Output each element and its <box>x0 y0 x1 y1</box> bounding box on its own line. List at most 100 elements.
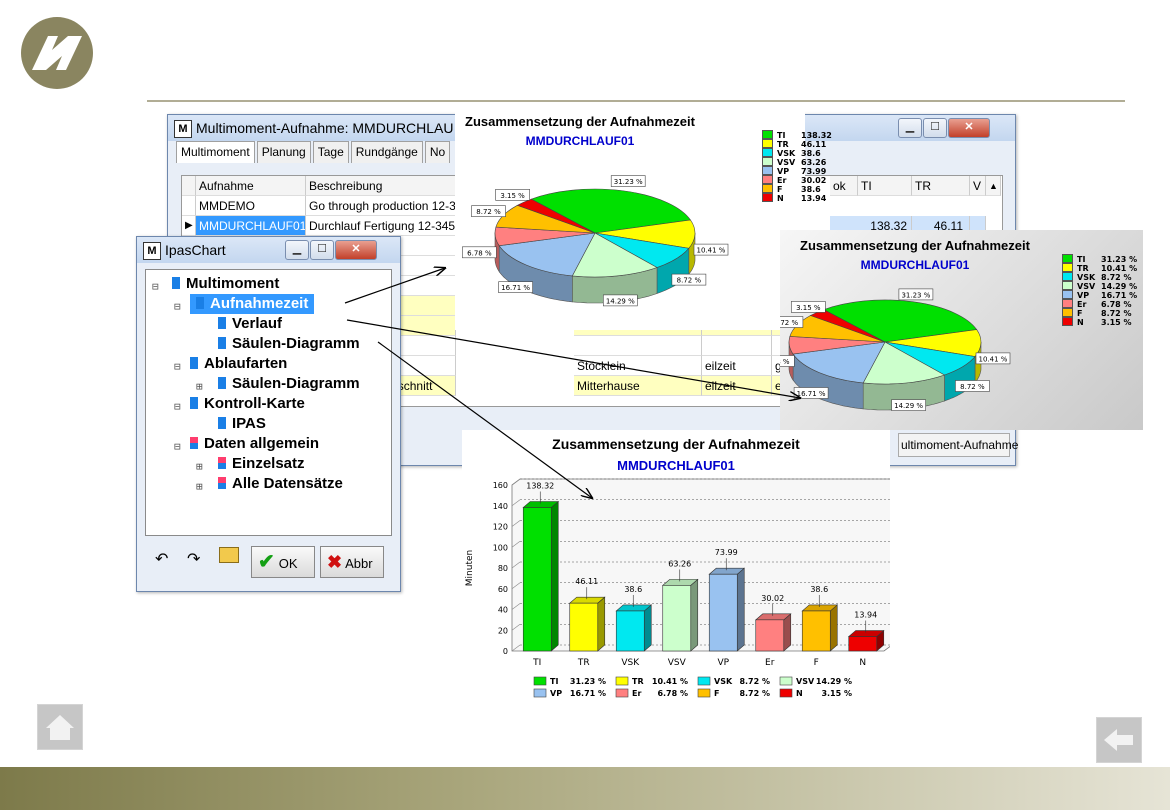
tree-toggle[interactable]: ⊟ <box>152 280 159 293</box>
legend-swatch <box>779 688 793 698</box>
tree-node-kontroll-karte[interactable]: Kontroll-Karte <box>190 394 305 414</box>
pie-slice-label: 6.78 % <box>780 355 795 367</box>
legend-entry: VSV 63.26 <box>762 157 832 167</box>
pie-slice-label: 14.29 % <box>891 399 926 411</box>
legend-entry: VSK 8.72 % <box>697 676 770 686</box>
legend-entry: VSK 8.72 % <box>1062 272 1137 282</box>
tree-toggle[interactable]: ⊟ <box>174 440 181 453</box>
tree-toggle[interactable]: ⊞ <box>196 460 203 473</box>
legend-swatch <box>762 148 773 157</box>
legend-entry: Er 6.78 % <box>1062 299 1137 309</box>
legend-entry: VP 73.99 <box>762 166 832 176</box>
x-tick-label: Er <box>765 658 775 668</box>
svg-text:31.23 %: 31.23 % <box>901 291 930 299</box>
back-arrow-icon <box>1104 729 1133 751</box>
tree-node-ablaufarten[interactable]: Ablaufarten <box>190 354 287 374</box>
bar-value-label: 73.99 <box>715 548 738 557</box>
column-header-tr[interactable]: TR <box>912 176 970 196</box>
pie-chart-1-plot: 31.23 % 10.41 % 8.72 % 14.29 % 16.71 % 6.78 %… <box>462 175 729 307</box>
ipaschart-title: IpasChart <box>165 242 226 258</box>
tree-toggle[interactable]: ⊟ <box>174 360 181 373</box>
bar-value-label: 38.6 <box>624 585 642 594</box>
column-header-ok[interactable]: ok <box>830 176 858 196</box>
tree-node-multimoment[interactable]: Multimoment <box>172 274 279 294</box>
pie-slice-label: 6.78 % <box>462 246 497 259</box>
table-row-beschreibung[interactable]: Go through production 12-3 <box>306 196 456 216</box>
undo-icon[interactable]: ↶ <box>155 549 168 569</box>
main-tabs: Multimoment Planung Tage Rundgänge No <box>176 141 452 163</box>
redo-icon[interactable]: ↷ <box>187 549 200 569</box>
table-cell[interactable]: Mitterhause <box>574 376 702 396</box>
legend-value: 10.41 % <box>652 677 688 686</box>
pie-slice-label: 8.72 % <box>955 380 990 392</box>
minimize-button[interactable]: ▁ <box>898 118 922 138</box>
bar-value-label: 63.26 <box>668 559 691 568</box>
tree-toggle[interactable]: ⊟ <box>174 400 181 413</box>
table-row-aufnahme[interactable]: MMDEMO <box>196 196 306 216</box>
ipaschart-titlebar[interactable]: M IpasChart ▁ ☐ ✕ <box>137 237 400 263</box>
app-icon: M <box>174 120 192 138</box>
footer-bar <box>0 767 1170 810</box>
legend-value: 13.94 <box>801 194 827 203</box>
table-cell[interactable] <box>574 336 702 356</box>
abbr-button[interactable]: ✖ Abbr <box>320 546 384 578</box>
table-cell[interactable]: eilzeit <box>702 376 772 396</box>
back-button[interactable] <box>1096 717 1142 763</box>
pie-chart-1: Zusammensetzung der Aufnahmezeit MMDURCH… <box>455 110 832 330</box>
tree-toggle[interactable]: ⊞ <box>196 380 203 393</box>
tab-multimoment[interactable]: Multimoment <box>176 141 255 163</box>
ok-button[interactable]: ✔ OK <box>251 546 315 578</box>
table-cell[interactable]: Stöcklein <box>574 356 702 376</box>
column-header-beschreibung[interactable]: Beschreibung <box>306 176 456 196</box>
home-button[interactable] <box>37 704 83 750</box>
tree-node-ipas[interactable]: IPAS <box>218 414 266 434</box>
pie-chart-1-legend: TI 138.32 TR 46.11 VSK 38.6 VSV 63.26 VP 73.99 Er 3… <box>762 130 832 203</box>
pie-slice-label: 16.71 % <box>793 387 829 399</box>
table-cell[interactable]: eilzeit <box>702 356 772 376</box>
legend-swatch <box>1062 254 1073 263</box>
scroll-up-icon[interactable]: ▲ <box>986 176 1001 196</box>
legend-value: 8.72 % <box>739 677 770 686</box>
svg-text:14.29 %: 14.29 % <box>894 402 923 410</box>
tree-node-verlauf[interactable]: Verlauf <box>218 314 282 334</box>
close-button[interactable]: ✕ <box>948 118 990 138</box>
table-cell[interactable] <box>702 336 772 356</box>
legend-entry: VP 16.71 % <box>533 688 606 698</box>
tree-toggle[interactable]: ⊞ <box>196 480 203 493</box>
pie-slice-label: 31.23 % <box>898 288 934 301</box>
tree-node-saeulen-diagramm[interactable]: Säulen-Diagramm <box>218 334 360 354</box>
tree-node-aufnahmezeit[interactable]: Aufnahmezeit <box>190 294 315 314</box>
tree-node-einzelsatz[interactable]: Einzelsatz <box>218 454 305 474</box>
chart-tree: ⊟ Multimoment ⊟ Aufnahmezeit Verlauf Säu… <box>145 269 392 536</box>
legend-swatch <box>533 676 547 686</box>
column-header-ti[interactable]: TI <box>858 176 912 196</box>
chart-icon <box>218 317 226 329</box>
tree-node-alle-datensaetze[interactable]: Alle Datensätze <box>218 474 343 494</box>
pie-slice-label: 10.41 % <box>693 243 729 256</box>
maximize-button[interactable]: ☐ <box>923 118 947 138</box>
tree-node-saeulen-diagramm-2[interactable]: Säulen-Diagramm <box>218 374 360 394</box>
column-header-v[interactable]: V <box>970 176 986 196</box>
legend-swatch <box>762 157 773 166</box>
tab-rundgaenge[interactable]: Rundgänge <box>350 141 423 163</box>
chart-icon <box>218 337 226 349</box>
maximize-button[interactable]: ☐ <box>310 240 334 260</box>
table-row-aufnahme-selected[interactable]: MMDURCHLAUF01 <box>196 216 306 236</box>
tab-tage[interactable]: Tage <box>312 141 349 163</box>
legend-entry: TR 46.11 <box>762 139 832 149</box>
tab-planung[interactable]: Planung <box>256 141 311 163</box>
table-row-beschreibung[interactable]: Durchlauf Fertigung 12-345 <box>306 216 456 236</box>
legend-swatch <box>1062 290 1073 299</box>
svg-text:31.23 %: 31.23 % <box>614 178 643 186</box>
tab-no[interactable]: No <box>424 141 451 163</box>
column-header-aufnahme[interactable]: Aufnahme <box>196 176 306 196</box>
svg-text:3.15 %: 3.15 % <box>796 304 821 312</box>
open-folder-icon[interactable] <box>219 547 239 563</box>
y-tick-label: 120 <box>493 523 508 532</box>
minimize-button[interactable]: ▁ <box>285 240 309 260</box>
bar <box>615 604 653 652</box>
legend-entry: N 3.15 % <box>1062 317 1137 327</box>
tree-toggle[interactable]: ⊟ <box>174 300 181 313</box>
close-button[interactable]: ✕ <box>335 240 377 260</box>
tree-node-daten-allgemein[interactable]: Daten allgemein <box>190 434 319 454</box>
